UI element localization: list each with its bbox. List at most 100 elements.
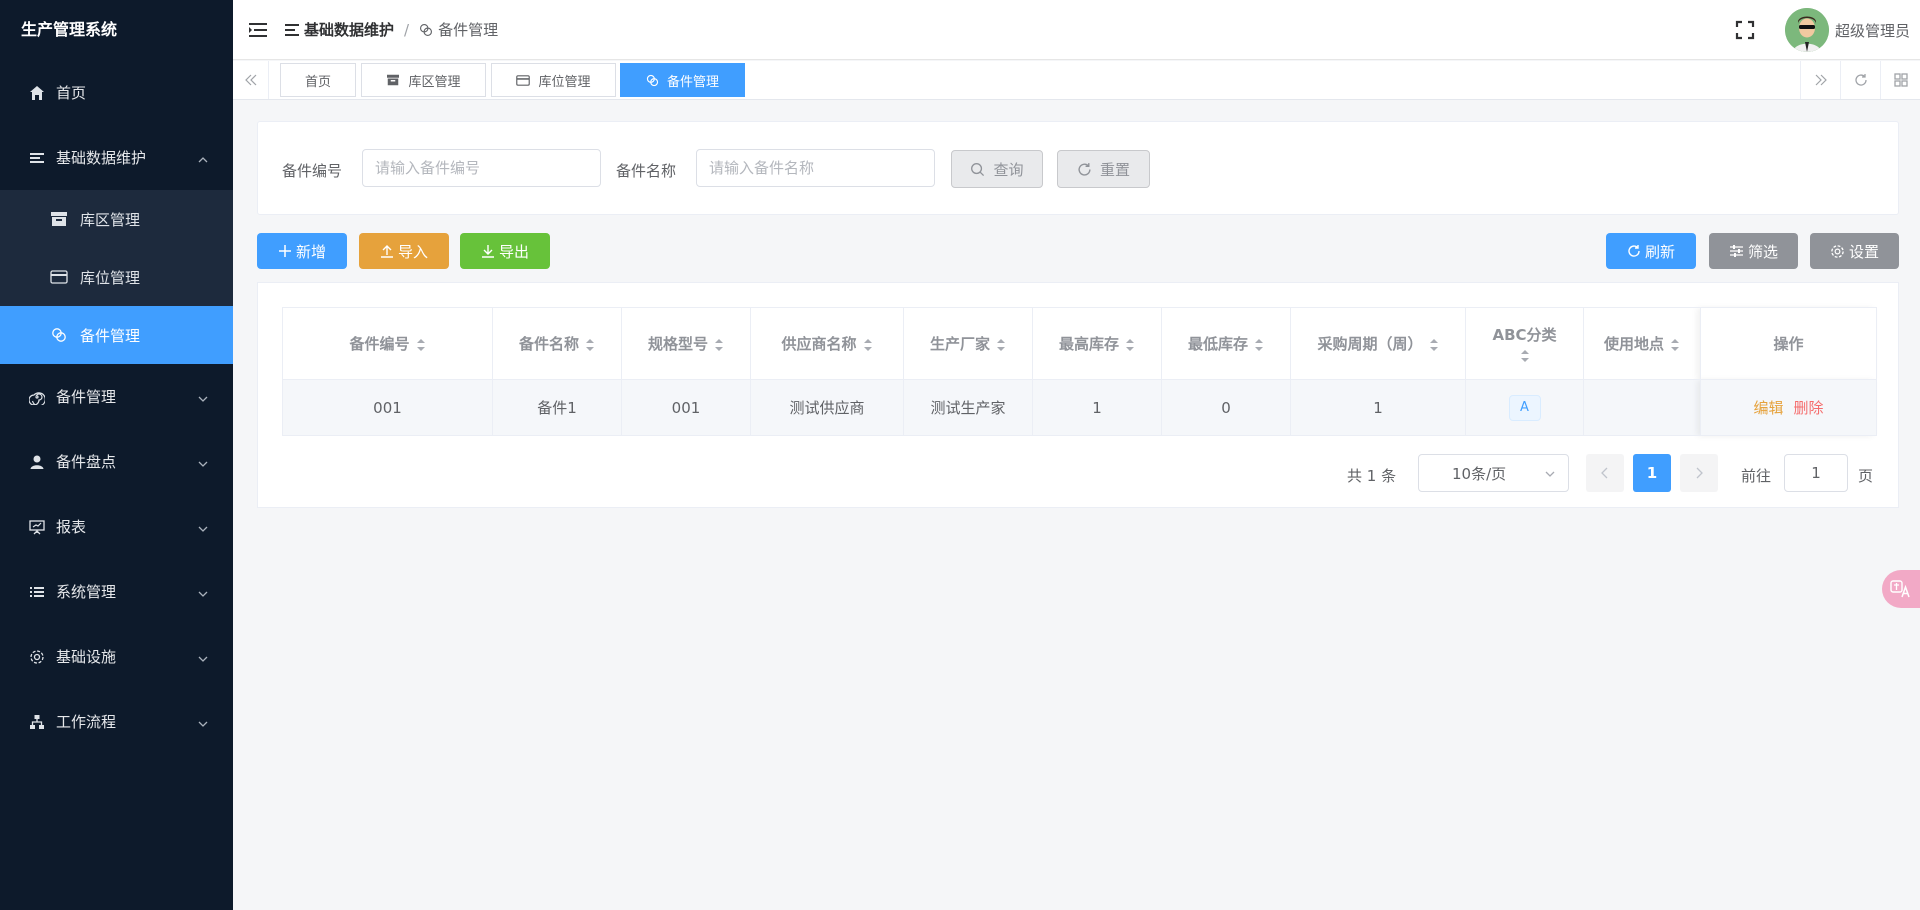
column-header[interactable]: 备件名称	[492, 307, 622, 380]
fullscreen-icon[interactable]	[1735, 20, 1755, 40]
chevron-down-icon	[197, 586, 209, 604]
sort-icon[interactable]	[863, 338, 873, 352]
edit-link[interactable]: 编辑	[1753, 399, 1783, 417]
sidebar-item-system[interactable]: 系统管理	[0, 559, 233, 624]
sort-icon[interactable]	[1670, 338, 1680, 352]
sidebar-item-label: 库区管理	[80, 210, 141, 229]
list-bullets-icon	[28, 583, 46, 601]
sort-icon[interactable]	[585, 338, 595, 352]
link-icon	[646, 74, 659, 86]
sliders-icon	[1729, 245, 1743, 257]
link-icon	[420, 23, 433, 36]
reset-button-label: 重置	[1099, 160, 1130, 179]
sidebar-item-basic-data[interactable]: 基础数据维护	[0, 125, 233, 190]
breadcrumb-separator: /	[404, 20, 410, 39]
tab-zone[interactable]: 库区管理	[361, 63, 486, 97]
sidebar-item-location[interactable]: 库位管理	[0, 248, 233, 306]
sort-icon[interactable]	[1254, 338, 1264, 352]
tab-label: 首页	[304, 74, 331, 90]
spare-parts-table: 备件编号 备件名称 规格型号 供应商名称 生产厂家 最高库存 最低库存 采购周期…	[282, 307, 1877, 436]
sidebar-item-spare-mgmt[interactable]: 备件管理	[0, 364, 233, 429]
refresh-button[interactable]: 刷新	[1606, 233, 1696, 269]
page-size-select[interactable]: 10条/页	[1418, 454, 1569, 492]
gear-icon	[1831, 244, 1844, 258]
sort-icon[interactable]	[1125, 338, 1135, 352]
cell-spec: 001	[621, 379, 751, 436]
column-header[interactable]: 采购周期（周）	[1290, 307, 1466, 380]
query-button-label: 查询	[993, 160, 1024, 179]
breadcrumb-parent[interactable]: 基础数据维护	[285, 19, 394, 40]
total-count: 共 1 条	[1347, 467, 1397, 485]
sidebar-item-zone[interactable]: 库区管理	[0, 190, 233, 248]
sidebar-item-label: 备件管理	[80, 326, 141, 345]
column-header-label: 备件名称	[518, 335, 579, 353]
sidebar-item-spare-parts[interactable]: 备件管理	[0, 306, 233, 364]
sort-icon[interactable]	[1429, 338, 1439, 352]
column-header[interactable]: 规格型号	[621, 307, 751, 380]
tab-home[interactable]: 首页	[280, 63, 356, 97]
upload-icon	[380, 245, 393, 258]
column-header-label: ABC分类	[1492, 325, 1557, 344]
hamburger-icon[interactable]	[249, 22, 267, 38]
column-header[interactable]: 使用地点	[1583, 307, 1701, 380]
list-icon	[28, 149, 46, 167]
sort-icon[interactable]	[996, 338, 1006, 352]
translate-float-button[interactable]	[1882, 570, 1920, 608]
cell-maker: 测试生产家	[903, 379, 1033, 436]
prev-page-button[interactable]	[1586, 454, 1624, 492]
refresh-icon	[1854, 74, 1867, 86]
tags-refresh-button[interactable]	[1840, 61, 1880, 99]
sidebar-item-infrastructure[interactable]: 基础设施	[0, 624, 233, 689]
import-button[interactable]: 导入	[359, 233, 449, 269]
submenu-basic-data: 库区管理 库位管理 备件管理	[0, 190, 233, 364]
column-header[interactable]: 最低库存	[1161, 307, 1291, 380]
chevron-down-icon	[197, 521, 209, 539]
delete-link[interactable]: 删除	[1794, 399, 1824, 417]
username[interactable]: 超级管理员	[1835, 20, 1910, 41]
reset-button[interactable]: 重置	[1057, 150, 1150, 188]
column-header-label: 规格型号	[647, 335, 708, 353]
breadcrumb-current-label: 备件管理	[438, 21, 499, 39]
goto-page-input[interactable]	[1784, 454, 1848, 492]
query-button[interactable]: 查询	[951, 150, 1043, 188]
cell-min-stock: 0	[1161, 379, 1291, 436]
link-icon	[50, 326, 68, 344]
page-number-button[interactable]: 1	[1633, 454, 1671, 492]
pagination: 共 1 条 10条/页 1 前往 页	[0, 454, 1899, 492]
code-search-input[interactable]	[362, 149, 601, 187]
column-header[interactable]: ABC分类	[1465, 307, 1584, 380]
archive-icon	[50, 210, 68, 228]
add-button[interactable]: 新增	[257, 233, 347, 269]
avatar[interactable]	[1784, 8, 1829, 52]
settings-button-label: 设置	[1848, 242, 1879, 261]
tags-scroll-left-button[interactable]	[233, 61, 269, 99]
sort-icon[interactable]	[1520, 349, 1530, 363]
page-size-value: 10条/页	[1452, 464, 1507, 483]
sidebar-item-workflow[interactable]: 工作流程	[0, 689, 233, 754]
column-header-label: 供应商名称	[781, 335, 857, 353]
table-header-row: 备件编号 备件名称 规格型号 供应商名称 生产厂家 最高库存 最低库存 采购周期…	[282, 307, 1877, 380]
filter-button-label: 筛选	[1747, 242, 1778, 261]
sort-icon[interactable]	[416, 338, 426, 352]
sidebar-item-home[interactable]: 首页	[0, 60, 233, 125]
cell-supplier: 测试供应商	[750, 379, 904, 436]
column-header[interactable]: 备件编号	[282, 307, 493, 380]
download-icon	[481, 245, 494, 258]
cell-place	[1583, 379, 1701, 436]
export-button[interactable]: 导出	[460, 233, 550, 269]
filter-button[interactable]: 筛选	[1709, 233, 1798, 269]
column-header[interactable]: 最高库存	[1032, 307, 1162, 380]
settings-button[interactable]: 设置	[1810, 233, 1899, 269]
tab-location[interactable]: 库位管理	[491, 63, 616, 97]
sort-icon[interactable]	[714, 338, 724, 352]
tab-spare-parts[interactable]: 备件管理	[620, 63, 745, 97]
tags-scroll-right-button[interactable]	[1800, 61, 1840, 99]
name-search-input[interactable]	[696, 149, 935, 187]
tags-menu-button[interactable]	[1880, 61, 1920, 99]
sidebar-item-report[interactable]: 报表	[0, 494, 233, 559]
column-header-label: 最低库存	[1187, 335, 1248, 353]
column-header[interactable]: 生产厂家	[903, 307, 1033, 380]
column-header[interactable]: 供应商名称	[750, 307, 904, 380]
card-icon	[516, 74, 531, 86]
next-page-button[interactable]	[1680, 454, 1718, 492]
